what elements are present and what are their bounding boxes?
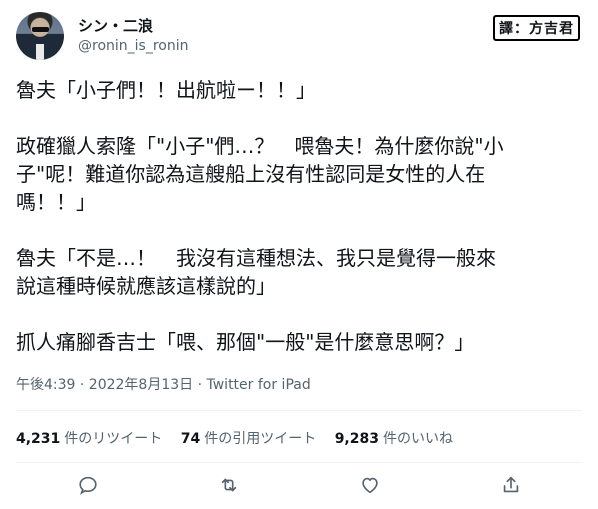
stat-number: 74 (180, 431, 201, 447)
avatar[interactable] (16, 12, 64, 60)
like-icon[interactable] (359, 474, 381, 496)
engagement-stats: 4,231 件のリツイート 74 件の引用ツイート 9,283 件のいいね (16, 428, 467, 448)
tweet-line: 政確獵人索隆「"小子"們…？ 喂魯夫！為什麼你說"小 (16, 134, 504, 158)
tweet-line: 魯夫「不是…！ 我沒有這種想法、我只是覺得一般來 (16, 246, 496, 270)
tweet-timestamp[interactable]: 午後4:39 · 2022年8月13日 · Twitter for iPad (16, 374, 311, 394)
sunglasses-icon (32, 27, 49, 32)
translator-watermark: 譯：方吉君 (493, 15, 580, 41)
divider (16, 462, 582, 463)
tweet-line: 子"呢！難道你認為這艘船上沒有性認同是女性的人在 (16, 162, 486, 186)
divider (16, 410, 582, 411)
quote-count[interactable]: 74 件の引用ツイート (181, 428, 316, 448)
share-icon[interactable] (500, 474, 522, 496)
reply-icon[interactable] (77, 474, 99, 496)
action-bar (0, 470, 598, 500)
author-name[interactable]: シン・二浪 (78, 15, 153, 36)
stat-label: 件のリツイート (64, 431, 163, 447)
tweet-line: 抓人痛腳香吉士「喂、那個"一般"是什麼意思啊？」 (16, 330, 475, 354)
tweet-text: 魯夫「小子們！！出航啦ー！！」 政確獵人索隆「"小子"們…？ 喂魯夫！為什麼你說… (16, 76, 582, 356)
stat-number: 9,283 (334, 431, 379, 447)
tweet-header: シン・二浪 @ronin_is_ronin 譯：方吉君 (16, 12, 582, 62)
tweet-line: 魯夫「小子們！！出航啦ー！！」 (16, 78, 316, 102)
tweet-line: 嗎！！」 (16, 190, 96, 214)
tweet-paragraph: 魯夫「小子們！！出航啦ー！！」 (16, 76, 582, 104)
tweet-paragraph: 魯夫「不是…！ 我沒有這種想法、我只是覺得一般來 說這種時候就應該這樣說的」 (16, 244, 582, 300)
like-count[interactable]: 9,283 件のいいね (335, 428, 453, 448)
shirt-detail (36, 44, 44, 60)
tweet-line: 說這種時候就應該這樣說的」 (16, 274, 276, 298)
retweet-count[interactable]: 4,231 件のリツイート (16, 428, 162, 448)
retweet-icon[interactable] (218, 474, 240, 496)
stat-label: 件のいいね (382, 431, 453, 447)
tweet-paragraph: 政確獵人索隆「"小子"們…？ 喂魯夫！為什麼你說"小 子"呢！難道你認為這艘船上… (16, 132, 582, 216)
author-handle[interactable]: @ronin_is_ronin (78, 38, 188, 54)
tweet-paragraph: 抓人痛腳香吉士「喂、那個"一般"是什麼意思啊？」 (16, 328, 582, 356)
stat-number: 4,231 (16, 431, 61, 447)
stat-label: 件の引用ツイート (204, 431, 317, 447)
